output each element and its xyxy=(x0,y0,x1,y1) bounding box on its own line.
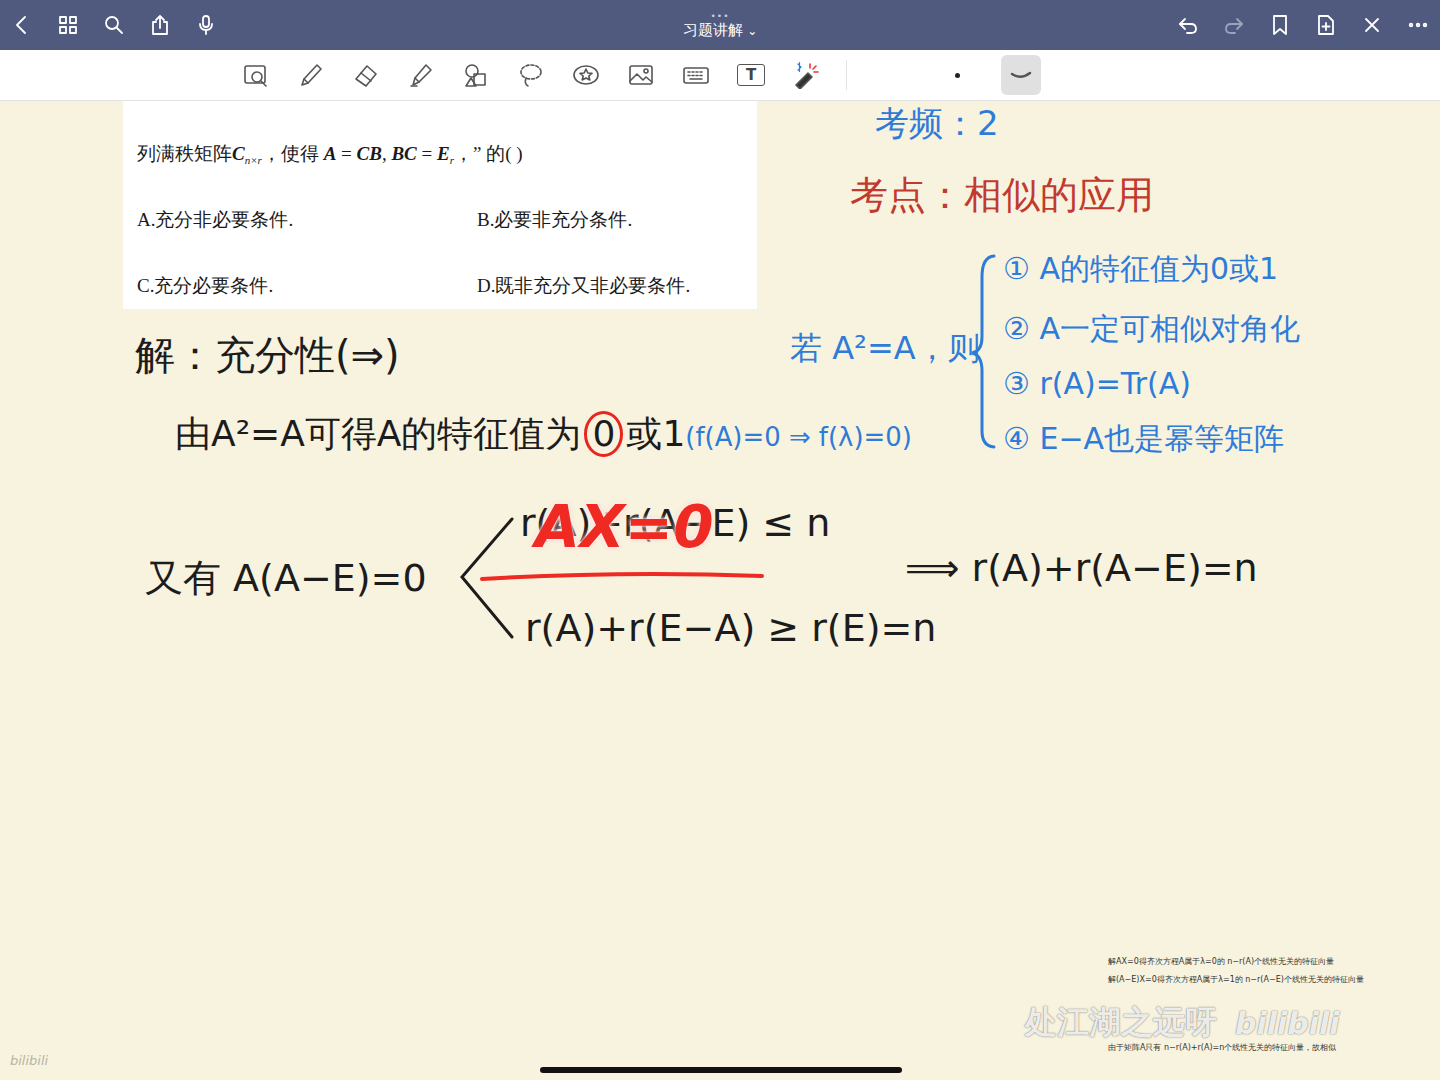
tool-button[interactable] xyxy=(348,57,384,93)
shapes-icon xyxy=(462,61,490,89)
add-page-icon[interactable] xyxy=(1314,13,1338,37)
toolbar-divider xyxy=(846,60,847,90)
tool-button[interactable] xyxy=(293,57,329,93)
more-icon[interactable] xyxy=(1406,13,1430,37)
problem-card[interactable]: 列满秩矩阵Cn×r，使得 A = CB, BC = Er，” 的( ) A.充分非… xyxy=(123,101,757,309)
bookmark-icon[interactable] xyxy=(1268,13,1292,37)
stroke-curve-icon xyxy=(1007,61,1035,89)
handwritten-note[interactable]: 又有 A(A−E)=0 xyxy=(145,556,427,602)
laser-pointer-icon xyxy=(792,61,820,89)
answer-option: D.既非充分又非必要条件. xyxy=(477,273,743,299)
zoom-icon xyxy=(242,61,270,89)
tool-button[interactable] xyxy=(568,57,604,93)
eraser-icon xyxy=(352,61,380,89)
handwritten-note[interactable]: 考点：相似的应用 xyxy=(850,173,1154,219)
tool-button[interactable] xyxy=(458,57,494,93)
handwritten-note[interactable]: r(A)+r(E−A) ≥ r(E)=n xyxy=(525,606,936,652)
handwritten-note[interactable]: 若 A²=A，则 xyxy=(790,329,980,367)
handwritten-note[interactable]: AX=0 xyxy=(535,493,714,563)
note-canvas[interactable]: 列满秩矩阵Cn×r，使得 A = CB, BC = Er，” 的( ) A.充分非… xyxy=(0,101,1440,1080)
bilibili-logo: bilibili xyxy=(1235,1006,1340,1041)
image-icon xyxy=(627,61,655,89)
tiny-note: 解AX=0得齐次方程A属于λ=0的 n−r(A)个线性无关的特征向量 xyxy=(1108,956,1334,967)
top-bar: •••习题讲解 ⌄ xyxy=(0,0,1440,50)
tool-button[interactable] xyxy=(513,57,549,93)
keyboard-icon xyxy=(682,61,710,89)
window-handle[interactable]: ••• xyxy=(711,12,730,22)
lasso-icon xyxy=(517,61,545,89)
handwritten-note[interactable]: 解：充分性(⇒) xyxy=(135,331,400,379)
home-indicator[interactable] xyxy=(540,1067,902,1073)
tiny-note: 解(A−E)X=0得齐次方程A属于λ=1的 n−r(A−E)个线性无关的特征向量 xyxy=(1108,974,1364,985)
handwritten-note[interactable]: ② A一定可相似对角化 xyxy=(1003,311,1300,347)
share-icon[interactable] xyxy=(148,13,172,37)
corner-logo: bilibili xyxy=(10,1053,48,1068)
handwritten-note[interactable]: 由A²=A可得A的特征值为0或1(f(A)=0 ⇒ f(λ)=0) xyxy=(175,411,912,457)
problem-stem: 列满秩矩阵Cn×r，使得 A = CB, BC = Er，” 的( ) xyxy=(137,141,743,167)
tool-bar: T xyxy=(0,50,1440,101)
tool-button[interactable] xyxy=(403,57,439,93)
branch-stroke xyxy=(462,519,512,637)
handwritten-note[interactable]: ④ E−A也是幂等矩阵 xyxy=(1003,421,1284,457)
sticker-icon xyxy=(572,61,600,89)
answer-option: C.充分必要条件. xyxy=(137,273,477,299)
back-icon[interactable] xyxy=(10,13,34,37)
option-list: A.充分非必要条件.B.必要非充分条件. C.充分必要条件.D.既非充分又非必要条… xyxy=(137,207,743,299)
tool-button[interactable] xyxy=(623,57,659,93)
tool-button[interactable] xyxy=(238,57,274,93)
answer-option: B.必要非充分条件. xyxy=(477,207,743,233)
tool-button[interactable]: T xyxy=(733,57,769,93)
red-underline xyxy=(482,574,762,579)
grid-icon[interactable] xyxy=(56,13,80,37)
search-icon[interactable] xyxy=(102,13,126,37)
pen-option[interactable] xyxy=(1001,55,1041,95)
handwritten-note[interactable]: ⟹ r(A)+r(A−E)=n xyxy=(905,546,1258,592)
tool-button[interactable] xyxy=(678,57,714,93)
pen-option[interactable] xyxy=(937,55,977,95)
tool-button[interactable] xyxy=(788,57,824,93)
handwritten-note[interactable]: ③ r(A)=Tr(A) xyxy=(1003,366,1191,402)
handwritten-note[interactable]: 考频：2 xyxy=(875,103,999,144)
highlighter-icon xyxy=(407,61,435,89)
text-tool-icon: T xyxy=(737,64,765,86)
notes-app: •••习题讲解 ⌄ T 列满秩矩阵Cn×r，使得 A = CB, BC = Er，”… xyxy=(0,0,1440,1080)
answer-option: A.充分非必要条件. xyxy=(137,207,477,233)
microphone-icon[interactable] xyxy=(194,13,218,37)
tiny-note: 由于矩阵A只有 n−r(A)+r(A)=n个线性无关的特征向量，故相似 xyxy=(1108,1042,1336,1053)
document-title[interactable]: •••习题讲解 ⌄ xyxy=(683,12,758,38)
undo-icon[interactable] xyxy=(1176,13,1200,37)
handwritten-note[interactable]: ① A的特征值为0或1 xyxy=(1003,251,1278,287)
pen-icon xyxy=(297,61,325,89)
dot-icon xyxy=(955,73,960,78)
redo-icon[interactable] xyxy=(1222,13,1246,37)
close-icon[interactable] xyxy=(1360,13,1384,37)
watermark: 处江湖之远呀bilibili xyxy=(1025,1001,1340,1045)
